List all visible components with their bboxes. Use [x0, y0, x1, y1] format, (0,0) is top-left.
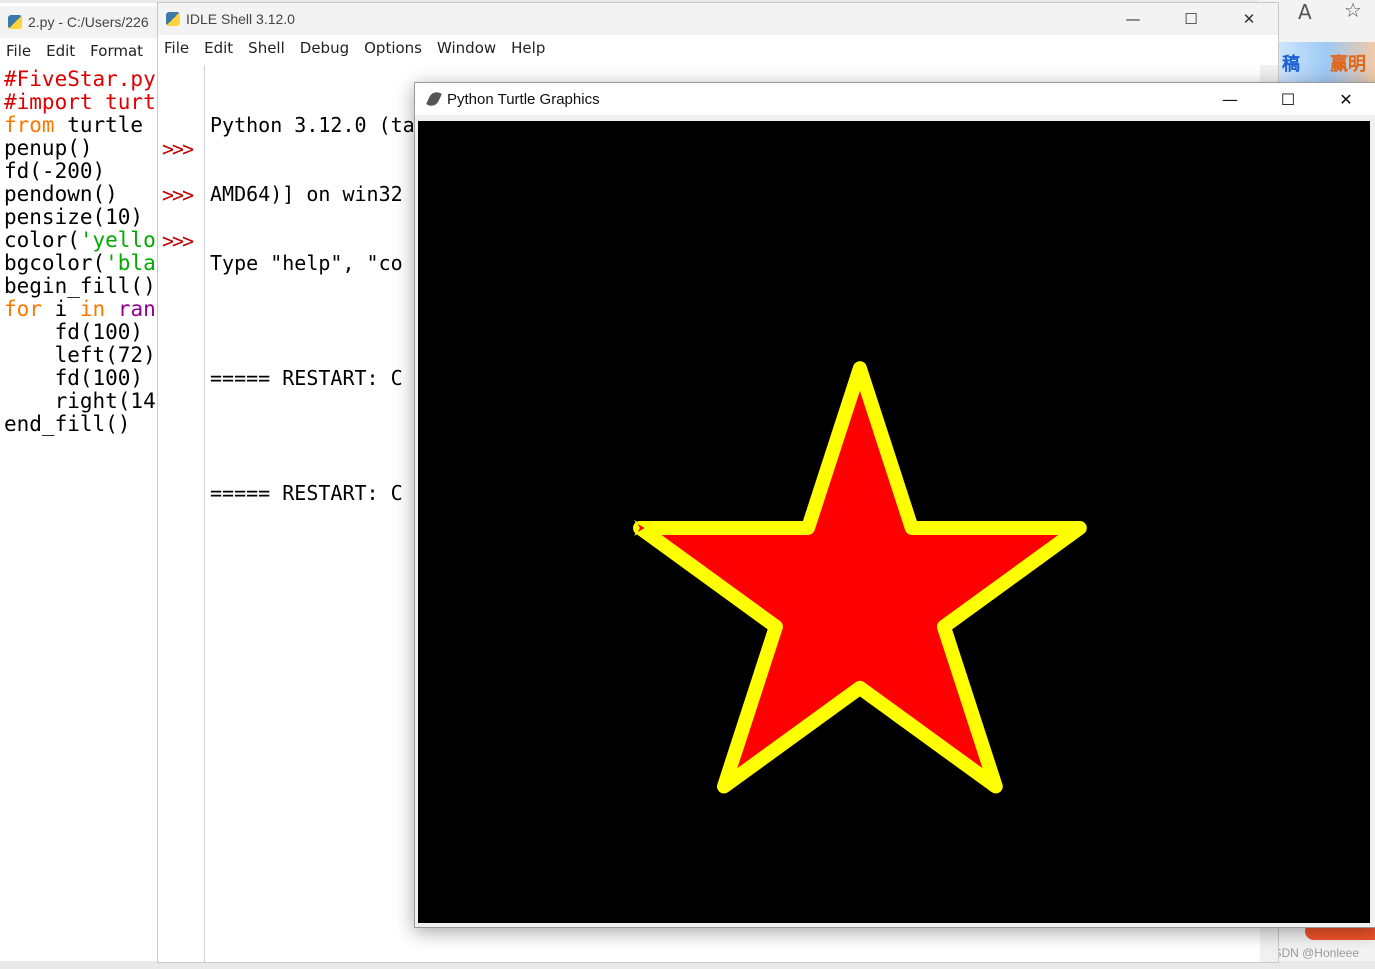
code-line: left(72): [4, 344, 156, 367]
code-token: for: [4, 297, 42, 321]
shell-menu-edit[interactable]: Edit: [204, 39, 233, 57]
code-token: penup(): [4, 136, 93, 160]
code-line: from turtle: [4, 114, 156, 137]
code-token: 'bla: [105, 251, 156, 275]
code-line: right(14: [4, 390, 156, 413]
editor-menu-file[interactable]: File: [6, 42, 31, 60]
code-token: left(72): [4, 343, 156, 367]
code-token: pensize(10): [4, 205, 144, 229]
code-token: right(14: [4, 389, 156, 413]
code-token: color(: [4, 228, 80, 252]
code-line: #import turt: [4, 91, 156, 114]
editor-code-area[interactable]: #FiveStar.py #import turt from turtle penup…: [4, 68, 156, 436]
code-token: turtle: [54, 113, 144, 137]
minimize-icon[interactable]: —: [1201, 83, 1259, 115]
code-token: bgcolor(: [4, 251, 106, 275]
editor-menu-format[interactable]: Format: [90, 42, 143, 60]
editor-title: 2.py - C:/Users/226: [28, 14, 149, 30]
code-line: #FiveStar.py: [4, 68, 156, 91]
shell-menu-debug[interactable]: Debug: [300, 39, 349, 57]
idle-icon: [166, 12, 180, 26]
close-icon[interactable]: ✕: [1220, 3, 1278, 35]
shell-menu-window[interactable]: Window: [437, 39, 496, 57]
shell-menu-shell[interactable]: Shell: [248, 39, 285, 57]
maximize-icon[interactable]: ☐: [1259, 83, 1317, 115]
code-line: pendown(): [4, 183, 156, 206]
code-line: fd(100): [4, 367, 156, 390]
turtle-title: Python Turtle Graphics: [447, 90, 600, 108]
minimize-icon[interactable]: —: [1104, 3, 1162, 35]
shell-prompt: >>>: [162, 137, 194, 161]
banner-text: 稿: [1282, 54, 1300, 75]
code-token: pendown(): [4, 182, 118, 206]
shell-prompt-sidebar: >>> >>> >>>: [158, 65, 205, 962]
code-token: #FiveStar.py: [4, 67, 156, 91]
code-token: begin_fill(): [4, 274, 156, 298]
code-line: end_fill(): [4, 413, 156, 436]
code-line: color('yello: [4, 229, 156, 252]
shell-menu-help[interactable]: Help: [511, 39, 545, 57]
code-line: penup(): [4, 137, 156, 160]
shell-menu-file[interactable]: File: [164, 39, 189, 57]
turtle-canvas: [418, 121, 1370, 923]
code-line: bgcolor('bla: [4, 252, 156, 275]
code-line: fd(-200): [4, 160, 156, 183]
code-line: pensize(10): [4, 206, 156, 229]
code-token: fd(100): [4, 320, 144, 344]
code-token: fd(100): [4, 366, 144, 390]
code-token: ran: [117, 297, 156, 321]
turtle-window: Python Turtle Graphics — ☐ ✕: [414, 82, 1375, 928]
editor-window: 2.py - C:/Users/226 File Edit Format #Fi…: [0, 6, 160, 961]
shell-prompt: >>>: [162, 183, 194, 207]
feather-icon: [426, 89, 442, 109]
banner-text: 赢明: [1330, 54, 1366, 75]
turtle-window-controls: — ☐ ✕: [1201, 83, 1375, 115]
code-line: begin_fill(): [4, 275, 156, 298]
star-outline-icon[interactable]: ☆: [1344, 0, 1362, 22]
editor-menubar: File Edit Format: [0, 38, 160, 64]
shell-title: IDLE Shell 3.12.0: [186, 11, 295, 27]
close-icon[interactable]: ✕: [1317, 83, 1375, 115]
code-token: in: [79, 297, 106, 321]
code-token: end_fill(): [4, 412, 131, 436]
maximize-icon[interactable]: ☐: [1162, 3, 1220, 35]
shell-menubar: File Edit Shell Debug Options Window Hel…: [158, 35, 1278, 61]
background-banner: 稿 赢明: [1278, 42, 1375, 82]
code-token: fd(-200): [4, 159, 106, 183]
code-line: fd(100): [4, 321, 156, 344]
star-drawing: [633, 361, 1087, 794]
code-line: for i in ran: [4, 298, 156, 321]
python-file-icon: [8, 15, 22, 29]
code-token: from: [4, 113, 55, 137]
code-token: i: [41, 297, 80, 321]
code-token: #import turt: [4, 90, 156, 114]
read-aloud-icon[interactable]: A: [1298, 0, 1312, 24]
code-token: 'yello: [79, 228, 156, 252]
shell-window-controls: — ☐ ✕: [1104, 3, 1278, 35]
shell-prompt: >>>: [162, 229, 194, 253]
star-shape: [633, 361, 1087, 794]
editor-titlebar[interactable]: 2.py - C:/Users/226: [0, 6, 160, 38]
shell-menu-options[interactable]: Options: [364, 39, 422, 57]
editor-menu-edit[interactable]: Edit: [46, 42, 75, 60]
